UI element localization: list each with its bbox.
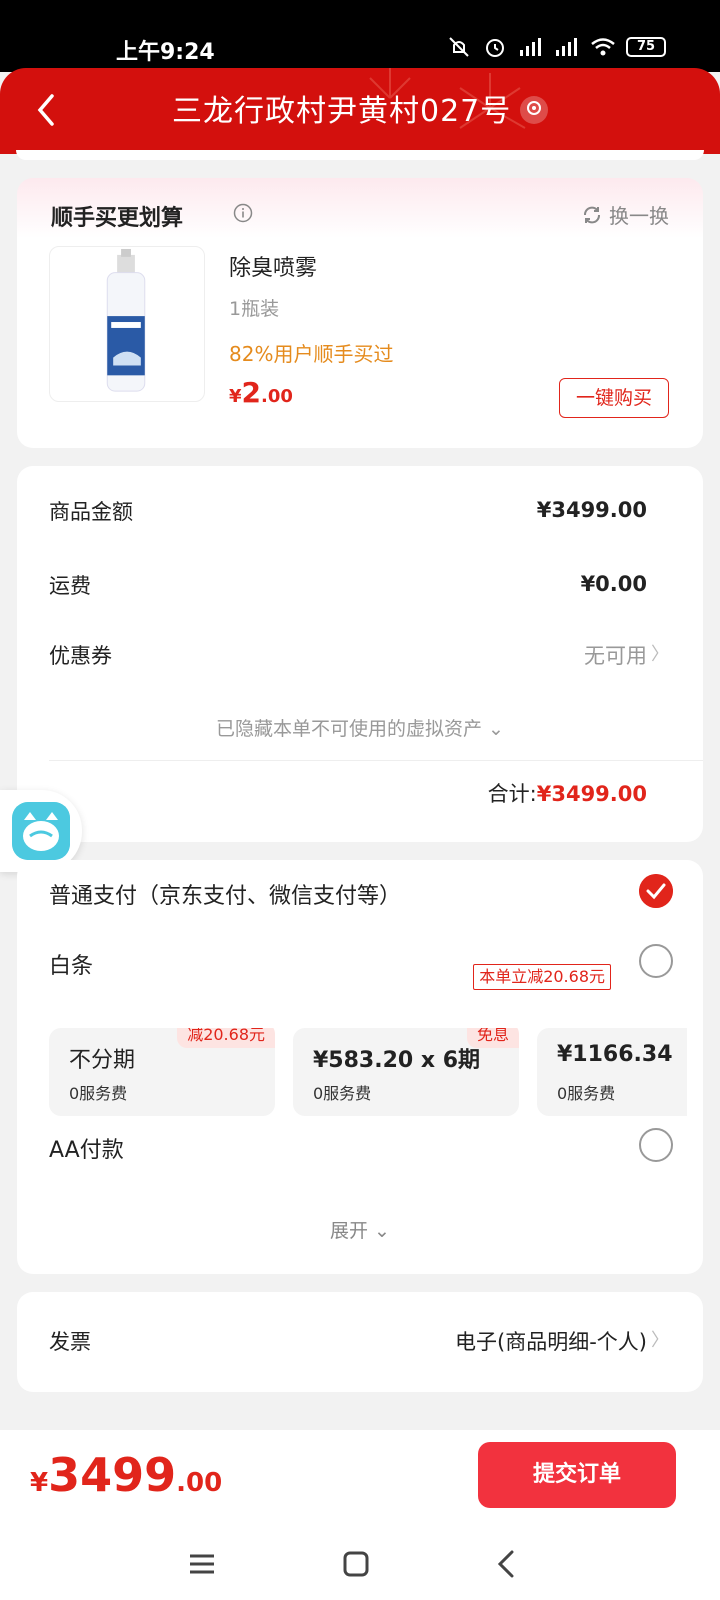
total-value: ¥3499.00 [536,782,647,806]
installment-main: 不分期 [69,1048,136,1073]
baitiao-label[interactable]: 白条 [49,948,93,980]
invoice-label: 发票 [49,1330,91,1354]
installment-option[interactable]: ¥1166.34 0服务费 [537,1028,687,1116]
coupon-label[interactable]: 优惠券 [49,640,112,670]
swap-button[interactable]: 换一换 [581,200,669,229]
price-currency: ¥ [229,386,242,407]
back-button[interactable] [34,92,58,128]
product-purchase-rate: 82%用户顺手买过 [229,342,394,366]
total-decimal: .00 [176,1468,223,1498]
normal-payment-label[interactable]: 普通支付（京东支付、微信支付等） [49,878,401,910]
upsell-title: 顺手买更划算 [51,206,184,231]
page-header: 三龙行政村尹黄村027号 [0,68,720,154]
goods-amount-value: ¥3499.00 [536,498,647,522]
expand-payment-toggle[interactable]: 展开 ⌄ [17,1216,703,1243]
back-nav-icon[interactable] [492,1548,524,1580]
invoice-value[interactable]: 电子(商品明细-个人) [455,1326,647,1356]
upsell-card: 顺手买更划算 换一换 除臭喷雾 1瓶装 82%用户顺手买过 ¥2.00 一键购买 [17,178,703,448]
aa-payment-radio[interactable] [639,1128,673,1162]
divider [49,760,703,761]
location-icon[interactable] [520,96,548,124]
installment-tag: 减20.68元 [177,1028,275,1048]
wifi-icon [591,38,615,56]
subtotal-row: 合计:¥3499.00 [488,778,647,808]
price-integer: 2 [241,376,262,409]
goods-amount-label: 商品金额 [49,500,133,524]
signal-icon [520,38,541,56]
installment-fee: 0服务费 [69,1084,128,1103]
shipping-value: ¥0.00 [580,572,647,596]
installment-option[interactable]: 不分期 0服务费 减20.68元 [49,1028,275,1116]
order-total: ¥3499.00 [30,1448,222,1502]
product-spec: 1瓶装 [229,298,280,320]
status-icons: 75 [446,36,666,58]
coupon-value[interactable]: 无可用 [584,640,647,670]
assistant-icon [12,802,70,860]
submit-order-button[interactable]: 提交订单 [478,1442,676,1508]
normal-payment-radio[interactable] [639,874,673,908]
product-name[interactable]: 除臭喷雾 [229,250,317,282]
installment-fee: 0服务费 [313,1084,372,1103]
header-bottom-edge [16,150,704,160]
hidden-assets-toggle[interactable]: 已隐藏本单不可使用的虚拟资产 ⌄ [17,714,703,741]
installment-main: ¥583.20 x 6期 [313,1048,481,1073]
baitiao-radio[interactable] [639,944,673,978]
menu-icon[interactable] [186,1548,218,1580]
price-decimal: .00 [261,386,293,407]
total-integer: 3499 [48,1448,177,1502]
mute-icon [449,37,469,57]
product-price: ¥2.00 [229,376,293,409]
refresh-icon [584,206,600,223]
chevron-right-icon[interactable]: 〉 [651,1326,669,1352]
installment-fee: 0服务费 [557,1084,616,1103]
address-title[interactable]: 三龙行政村尹黄村027号 [172,86,511,130]
installment-tag: 免息 [466,1028,519,1048]
swap-label: 换一换 [609,204,669,228]
order-summary-card: 商品金额 ¥3499.00 运费 ¥0.00 优惠券 无可用 〉 已隐藏本单不可… [17,466,703,842]
one-click-buy-button[interactable]: 一键购买 [559,378,669,418]
installment-main: ¥1166.34 [557,1042,673,1067]
total-currency: ¥ [30,1468,49,1498]
info-icon[interactable] [233,203,253,223]
checkout-bar: ¥3499.00 提交订单 [0,1430,720,1530]
status-time: 上午9:24 [116,40,215,65]
status-bar: 上午9:24 75 [0,0,720,72]
system-nav-bar [0,1530,720,1600]
home-icon[interactable] [340,1548,372,1580]
baitiao-promo-badge: 本单立减20.68元 [473,964,611,990]
product-image[interactable] [49,246,205,402]
battery-indicator: 75 [626,37,666,57]
chevron-right-icon[interactable]: 〉 [651,640,669,666]
total-label: 合计: [487,782,537,806]
shipping-label: 运费 [49,574,91,598]
payment-card: 普通支付（京东支付、微信支付等） 白条 本单立减20.68元 不分期 0服务费 … [17,860,703,1274]
alarm-icon [486,39,504,57]
installment-options: 不分期 0服务费 减20.68元 ¥583.20 x 6期 0服务费 免息 ¥1… [49,1028,687,1116]
aa-payment-label[interactable]: AA付款 [49,1132,124,1164]
installment-option[interactable]: ¥583.20 x 6期 0服务费 免息 [293,1028,519,1116]
invoice-card[interactable]: 发票 电子(商品明细-个人) 〉 [17,1292,703,1392]
signal-icon-2 [556,38,577,56]
